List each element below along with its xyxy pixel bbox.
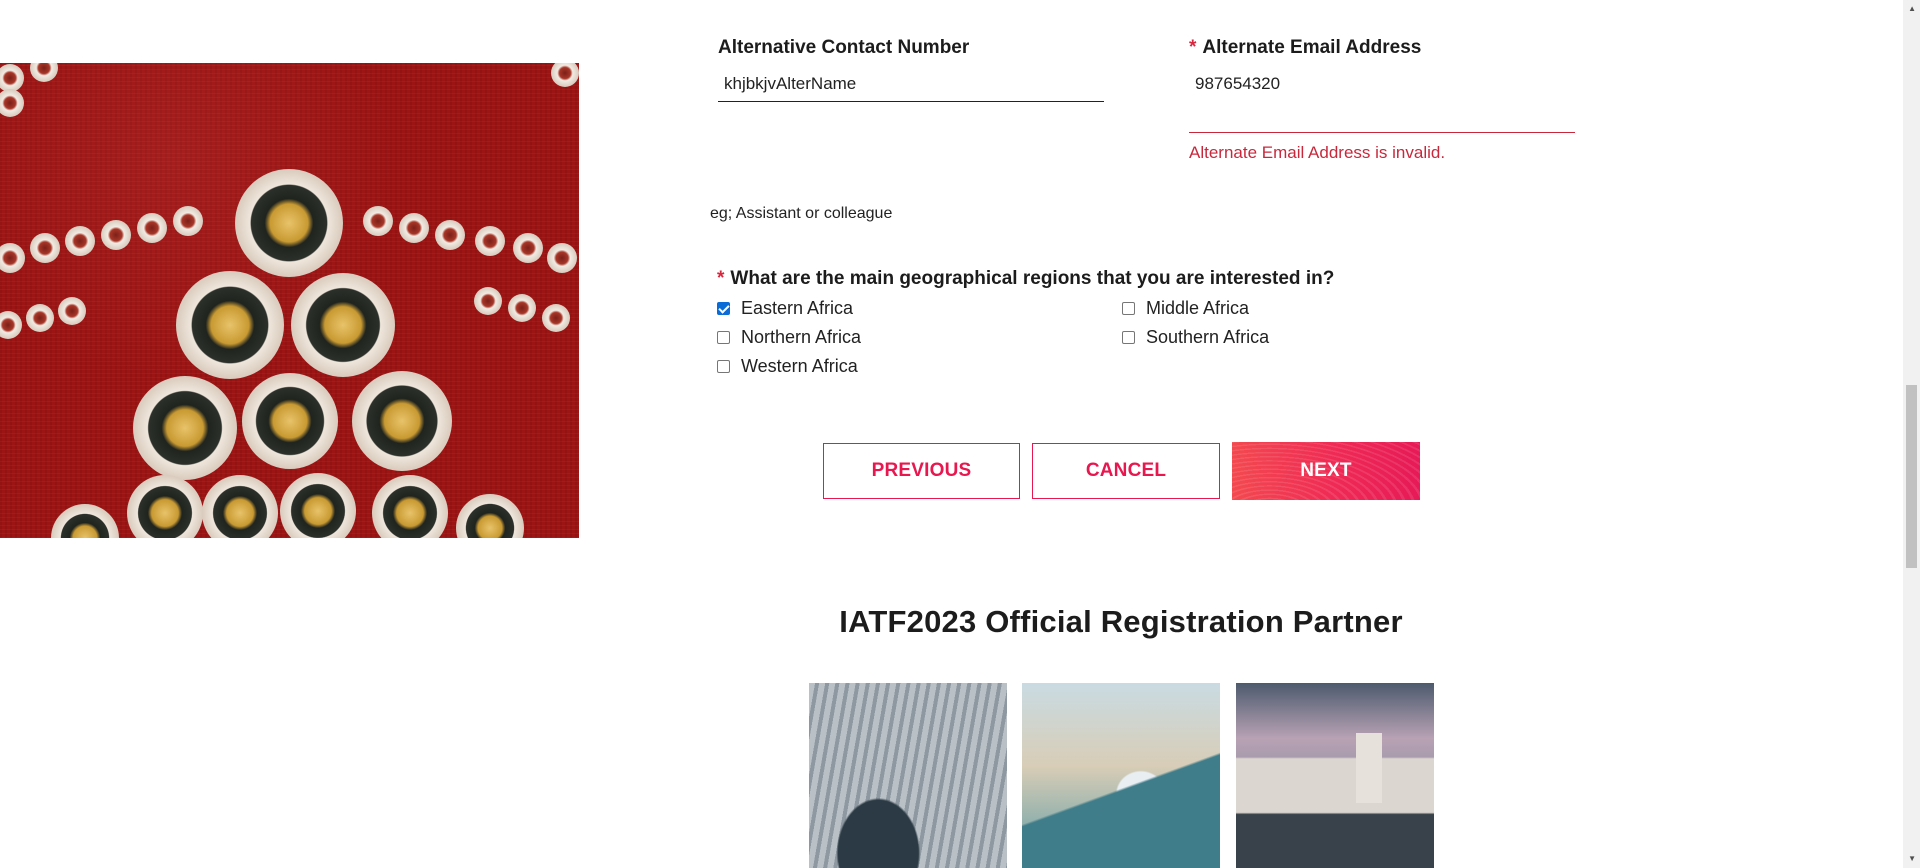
alt-contact-label: Alternative Contact Number: [718, 37, 970, 58]
cancel-button[interactable]: CANCEL: [1032, 443, 1220, 499]
checkbox-unchecked[interactable]: [1122, 302, 1135, 315]
region-option-middle-africa[interactable]: Middle Africa: [1122, 298, 1249, 319]
region-option-label: Southern Africa: [1146, 327, 1270, 347]
checkbox-checked[interactable]: [717, 302, 730, 315]
hero-image-textile: [0, 63, 579, 538]
page-scrollbar[interactable]: ▲ ▼: [1903, 0, 1920, 868]
contact-hint-text: eg; Assistant or colleague: [710, 205, 893, 222]
region-option-southern-africa[interactable]: Southern Africa: [1122, 327, 1269, 348]
alt-email-input[interactable]: [1189, 65, 1575, 103]
alt-contact-input[interactable]: [718, 65, 1104, 103]
regions-question-text: What are the main geographical regions t…: [730, 268, 1335, 289]
checkbox-unchecked[interactable]: [717, 331, 730, 344]
required-asterisk: *: [1189, 37, 1197, 58]
scroll-down-arrow-icon[interactable]: ▼: [1908, 854, 1916, 864]
building-tower-graphic: [1356, 733, 1382, 803]
partner-image-coastal-facility: [1022, 683, 1220, 868]
region-option-label: Middle Africa: [1146, 298, 1250, 318]
checkbox-unchecked[interactable]: [717, 360, 730, 373]
region-option-label: Northern Africa: [741, 327, 862, 347]
scrollbar-thumb[interactable]: [1906, 385, 1917, 568]
region-option-northern-africa[interactable]: Northern Africa: [717, 327, 861, 348]
regions-question: * What are the main geographical regions …: [717, 268, 1334, 290]
alt-email-label: * Alternate Email Address: [1189, 37, 1421, 59]
scroll-up-arrow-icon[interactable]: ▲: [1908, 4, 1916, 14]
checkbox-unchecked[interactable]: [1122, 331, 1135, 344]
previous-button[interactable]: PREVIOUS: [823, 443, 1020, 499]
partner-section-title: IATF2023 Official Registration Partner: [839, 604, 1403, 639]
alt-email-underline-error: [1189, 132, 1575, 133]
region-option-label: Eastern Africa: [741, 298, 854, 318]
required-asterisk: *: [717, 268, 725, 289]
region-option-label: Western Africa: [741, 356, 858, 376]
partner-image-building-sunset: [1236, 683, 1434, 868]
region-option-western-africa[interactable]: Western Africa: [717, 356, 858, 377]
region-option-eastern-africa[interactable]: Eastern Africa: [717, 298, 853, 319]
alt-email-label-text: Alternate Email Address: [1202, 37, 1422, 58]
partner-image-water-treatment-plant: [809, 683, 1007, 868]
next-button[interactable]: NEXT: [1232, 442, 1420, 500]
alt-email-error-message: Alternate Email Address is invalid.: [1189, 143, 1446, 162]
alt-contact-underline: [718, 101, 1104, 102]
textile-pattern-graphic: [0, 63, 579, 538]
